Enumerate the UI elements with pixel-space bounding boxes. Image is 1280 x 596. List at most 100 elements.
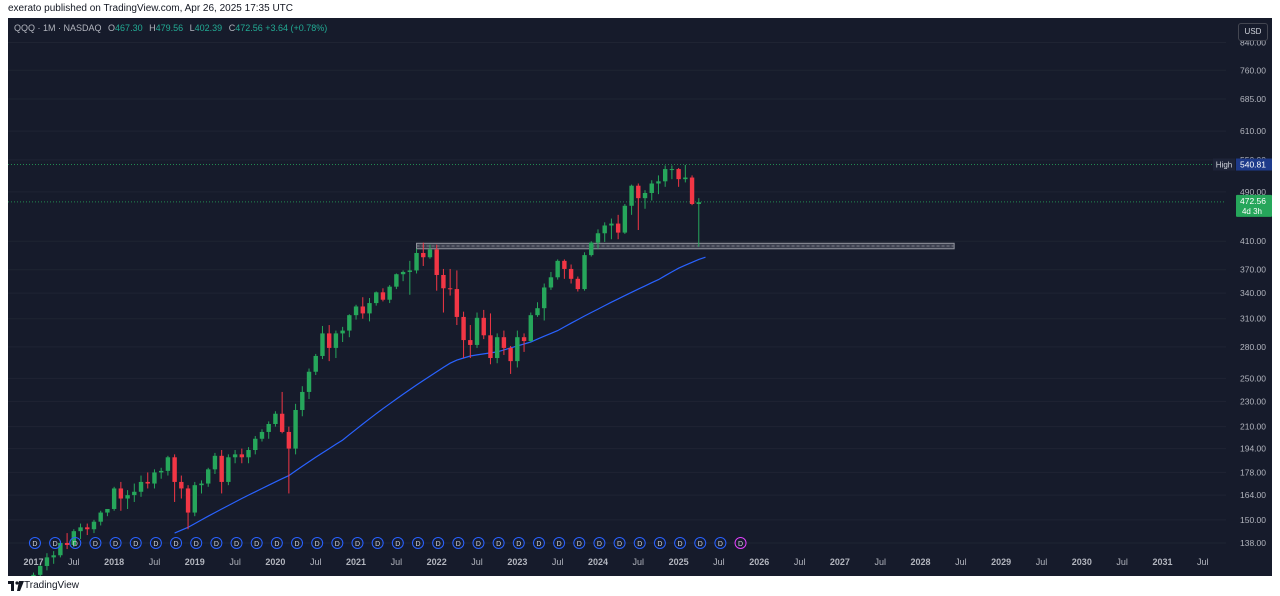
candle-body	[300, 391, 305, 410]
dividend-marker-label: D	[254, 541, 259, 548]
y-tick-label: 310.00	[1240, 314, 1266, 324]
x-tick-label: 2030	[1072, 557, 1092, 567]
close-value: 472.56	[235, 23, 263, 33]
candle-body	[51, 555, 56, 558]
dividend-marker-label: D	[536, 541, 541, 548]
dividend-marker-label: D	[395, 541, 400, 548]
dividend-marker-label: D	[516, 541, 521, 548]
candle-body	[98, 512, 103, 522]
candle-body	[374, 292, 379, 304]
candle-body	[662, 169, 668, 182]
candle-body	[64, 542, 70, 545]
dividend-marker-label: D	[133, 541, 138, 548]
x-tick-label: Jul	[1116, 557, 1128, 567]
candle-body	[179, 481, 184, 489]
candle-body	[683, 177, 688, 180]
moving-average-line	[174, 256, 706, 534]
high-value-label: 540.81	[1240, 160, 1266, 170]
candle-body	[326, 333, 332, 348]
brand-label: TradingView	[24, 580, 80, 591]
chart-panel[interactable]: D D D D D D D D D D D D D D D D D D D D D D D D D D D D D D D D D D D D 840.…	[8, 18, 1272, 576]
candle-body	[279, 413, 285, 432]
x-tick-label: 2018	[104, 557, 124, 567]
x-tick-label: Jul	[1036, 557, 1048, 567]
candle-body	[696, 202, 701, 204]
x-tick-label: Jul	[68, 557, 80, 567]
x-tick-label: 2021	[346, 557, 366, 567]
candle-body	[521, 337, 527, 342]
dividend-marker-label: D	[194, 541, 199, 548]
x-tick-label: Jul	[310, 557, 322, 567]
dividend-marker-label: D	[597, 541, 602, 548]
x-tick-label: 2019	[185, 557, 205, 567]
dividend-marker-label: D	[214, 541, 219, 548]
dividend-marker-label: D	[355, 541, 360, 548]
y-tick-label: 410.00	[1240, 236, 1266, 246]
x-tick-label: Jul	[471, 557, 483, 567]
candle-body	[400, 271, 406, 275]
candle-body	[427, 249, 433, 258]
candle-body	[286, 431, 292, 449]
x-tick-label: Jul	[874, 557, 886, 567]
candle-body	[528, 315, 533, 342]
x-tick-label: 2026	[749, 557, 769, 567]
x-tick-label: Jul	[633, 557, 645, 567]
candle-body	[172, 457, 177, 482]
candle-body	[474, 317, 480, 345]
y-tick-label: 138.00	[1240, 538, 1266, 548]
candle-body	[199, 483, 204, 486]
x-tick-label: Jul	[552, 557, 564, 567]
candle-body	[320, 333, 325, 356]
candle-body	[145, 481, 150, 484]
candle-body	[454, 289, 460, 317]
candle-body	[78, 527, 83, 532]
candle-body	[38, 565, 43, 575]
y-tick-label: 210.00	[1240, 422, 1266, 432]
candle-body	[158, 470, 164, 473]
y-tick-label: 164.00	[1240, 490, 1266, 500]
dividend-marker-label: D	[678, 541, 683, 548]
y-tick-label: 194.00	[1240, 444, 1266, 454]
candle-body	[676, 169, 681, 180]
dividend-marker-label: D	[375, 541, 380, 548]
candle-body	[535, 308, 540, 316]
candle-body	[91, 521, 97, 530]
x-tick-label: Jul	[713, 557, 725, 567]
dividend-marker-label: D	[234, 541, 239, 548]
dividend-marker-label: D	[93, 541, 98, 548]
candle-body	[394, 274, 399, 287]
candle-body	[118, 488, 124, 499]
price-chart[interactable]: D D D D D D D D D D D D D D D D D D D D D D D D D D D D D D D D D D D D840.…	[8, 18, 1272, 576]
change-value: +3.64 (+0.78%)	[265, 23, 328, 33]
candle-body	[44, 557, 50, 566]
ohlc-legend: QQQ · 1M · NASDAQ O467.30 H479.56 L402.3…	[14, 23, 327, 33]
x-tick-label: Jul	[391, 557, 403, 567]
dividend-marker-label: D	[718, 541, 723, 548]
candle-body	[259, 431, 265, 439]
candle-body	[656, 181, 661, 184]
candle-body	[421, 252, 426, 258]
candle-body	[595, 233, 601, 243]
candle-body	[515, 337, 520, 362]
dividend-marker-label: D	[53, 541, 58, 548]
publisher-bar: exerato published on TradingView.com, Ap…	[0, 0, 1280, 18]
currency-button[interactable]: USD	[1238, 23, 1268, 41]
candle-body	[333, 333, 339, 348]
dividend-marker-label: D	[698, 541, 703, 548]
dividend-marker-label: D	[315, 541, 320, 548]
candle-body	[132, 491, 137, 496]
publisher-text: exerato published on TradingView.com, Ap…	[8, 3, 293, 14]
dividend-marker-label: D	[436, 541, 441, 548]
candle-body	[615, 223, 621, 233]
candle-body	[293, 409, 298, 449]
high-tag-label: High	[1216, 161, 1232, 170]
x-tick-label: 2029	[991, 557, 1011, 567]
candle-body	[501, 337, 507, 348]
candle-body	[636, 185, 641, 199]
y-tick-label: 760.00	[1240, 65, 1266, 75]
candle-body	[239, 454, 245, 458]
candle-body	[85, 527, 90, 530]
x-tick-label: 2017	[23, 557, 43, 567]
x-tick-label: 2023	[507, 557, 527, 567]
y-tick-label: 610.00	[1240, 126, 1266, 136]
